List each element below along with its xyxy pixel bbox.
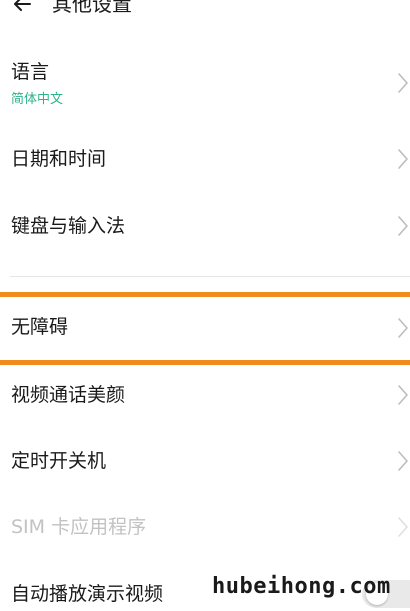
watermark-text: hubeihong.com	[212, 574, 391, 599]
chevron-right-icon	[398, 517, 408, 537]
chevron-right-icon	[398, 451, 408, 471]
chevron-right-icon	[398, 216, 408, 236]
section-divider	[10, 276, 410, 277]
row-label-autoplay-demo: 自动播放演示视频	[11, 583, 164, 605]
chevron-right-icon	[398, 385, 408, 405]
chevron-right-icon	[398, 318, 408, 338]
settings-row-language[interactable]: 语言 简体中文	[0, 56, 410, 114]
chevron-right-icon	[398, 149, 408, 169]
row-label-sim-apps: SIM 卡应用程序	[11, 516, 147, 538]
row-label-language: 语言	[11, 61, 50, 83]
highlight-line-bottom	[0, 360, 410, 365]
row-label-accessibility: 无障碍	[11, 316, 69, 338]
settings-row-video-call-beauty[interactable]: 视频通话美颜	[0, 373, 410, 417]
back-arrow-icon[interactable]	[10, 0, 34, 16]
other-settings-page: 其他设置 语言 简体中文 日期和时间 键盘与输入法 无障碍 视频通话美颜 定时开…	[0, 0, 410, 611]
row-label-video-call-beauty: 视频通话美颜	[11, 384, 126, 406]
header-bar: 其他设置	[0, 0, 410, 26]
row-sub-language-value: 简体中文	[11, 92, 64, 107]
row-label-scheduled-power: 定时开关机	[11, 450, 107, 472]
row-label-keyboard-input: 键盘与输入法	[11, 215, 126, 237]
chevron-right-icon	[398, 73, 408, 93]
row-label-date-time: 日期和时间	[11, 148, 107, 170]
page-title: 其他设置	[52, 0, 132, 16]
settings-row-date-time[interactable]: 日期和时间	[0, 137, 410, 181]
settings-row-accessibility[interactable]: 无障碍	[0, 305, 410, 351]
settings-row-scheduled-power[interactable]: 定时开关机	[0, 439, 410, 483]
highlight-line-top	[0, 292, 410, 297]
settings-row-sim-apps: SIM 卡应用程序	[0, 505, 410, 549]
settings-row-keyboard-input[interactable]: 键盘与输入法	[0, 204, 410, 248]
